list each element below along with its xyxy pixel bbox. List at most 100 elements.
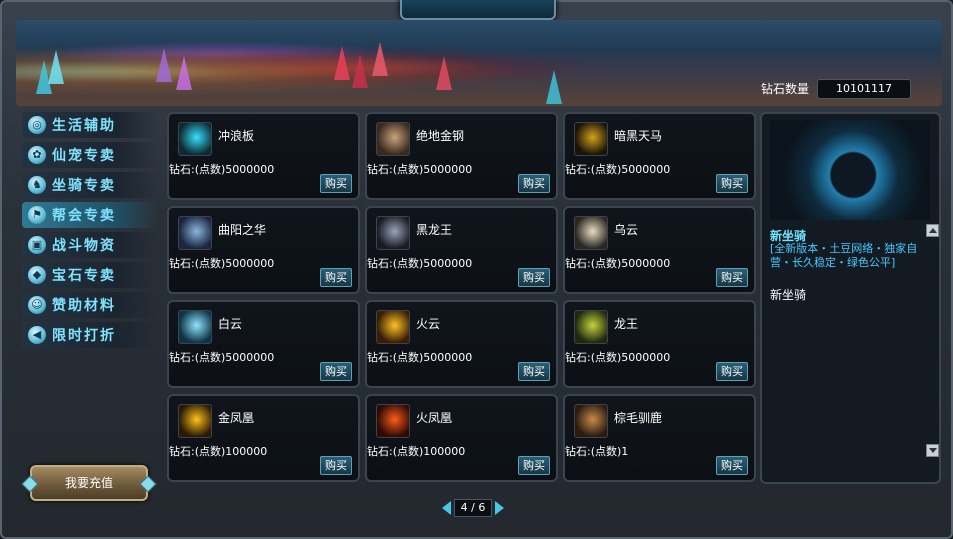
- recharge-button[interactable]: 我要充值: [30, 465, 148, 501]
- item-price: 钻石:(点数)5000000: [169, 257, 275, 270]
- pagination: 4 / 6: [442, 499, 504, 517]
- item-price: 钻石:(点数)100000: [367, 445, 466, 458]
- detail-item-name: 新坐骑: [770, 288, 807, 302]
- shop-item-card[interactable]: 乌云钻石:(点数)5000000 购买: [563, 206, 756, 294]
- shop-item-card[interactable]: 龙王钻石:(点数)5000000 购买: [563, 300, 756, 388]
- item-preview-image: [770, 120, 930, 220]
- shop-item-card[interactable]: 棕毛驯鹿钻石:(点数)1 购买: [563, 394, 756, 482]
- shop-item-card[interactable]: 冲浪板钻石:(点数)5000000 购买: [167, 112, 360, 200]
- item-icon: [178, 310, 212, 344]
- item-price: 钻石:(点数)5000000: [565, 163, 671, 176]
- item-detail-panel: 新坐骑 [全新版本・土豆网络・独家自营・长久稳定・绿色公平] 新坐骑: [760, 112, 941, 484]
- buy-button[interactable]: 购买: [518, 362, 550, 381]
- scroll-down-icon[interactable]: [926, 444, 939, 457]
- next-page-icon[interactable]: [495, 501, 504, 515]
- item-name: 棕毛驯鹿: [614, 411, 663, 425]
- item-name: 曲阳之华: [218, 223, 267, 237]
- buy-button[interactable]: 购买: [320, 268, 352, 287]
- item-icon: [376, 404, 410, 438]
- item-icon: [574, 216, 608, 250]
- item-price: 钻石:(点数)5000000: [169, 351, 275, 364]
- sidebar-item-label: 宝石专卖: [52, 268, 116, 284]
- sidebar-item-1[interactable]: ✿ 仙宠专卖: [22, 142, 158, 168]
- flag-icon: ⚑: [28, 206, 46, 224]
- item-name: 冲浪板: [218, 129, 255, 143]
- sidebar-item-label: 生活辅助: [52, 118, 116, 134]
- buy-button[interactable]: 购买: [716, 456, 748, 475]
- shop-item-card[interactable]: 火凤凰钻石:(点数)100000 购买: [365, 394, 558, 482]
- item-name: 白云: [218, 317, 243, 331]
- item-price: 钻石:(点数)5000000: [367, 257, 473, 270]
- sidebar-item-label: 战斗物资: [52, 238, 116, 254]
- item-price: 钻石:(点数)5000000: [565, 257, 671, 270]
- item-icon: [376, 122, 410, 156]
- sidebar-item-0[interactable]: ◎ 生活辅助: [22, 112, 158, 138]
- item-icon: [178, 122, 212, 156]
- item-price: 钻石:(点数)100000: [169, 445, 268, 458]
- sidebar-item-label: 限时打折: [52, 328, 116, 344]
- buy-button[interactable]: 购买: [716, 362, 748, 381]
- item-name: 龙王: [614, 317, 639, 331]
- sidebar-item-label: 帮会专卖: [52, 208, 116, 224]
- item-name: 火凤凰: [416, 411, 453, 425]
- shop-item-card[interactable]: 黑龙王钻石:(点数)5000000 购买: [365, 206, 558, 294]
- sidebar-item-label: 赞助材料: [52, 298, 116, 314]
- buy-button[interactable]: 购买: [518, 456, 550, 475]
- paw-icon: ✿: [28, 146, 46, 164]
- gem-icon: ◆: [28, 266, 46, 284]
- category-sidebar: ◎ 生活辅助 ✿ 仙宠专卖 ♞ 坐骑专卖 ⚑ 帮会专卖 ▣ 战斗物资 ◆ 宝石专卖 ☺ 赞助材料 ◀ 限时打折: [22, 112, 158, 352]
- crate-icon: ▣: [28, 236, 46, 254]
- shop-item-card[interactable]: 曲阳之华钻石:(点数)5000000 购买: [167, 206, 360, 294]
- sidebar-item-6[interactable]: ☺ 赞助材料: [22, 292, 158, 318]
- scroll-up-icon[interactable]: [926, 224, 939, 237]
- item-name: 火云: [416, 317, 441, 331]
- item-price: 钻石:(点数)1: [565, 445, 629, 458]
- shop-window: ✕ 钻石数量 10101117 ◎生活辅助✿仙宠专卖♞坐骑专卖⚑帮会专卖▣战斗物…: [0, 0, 953, 539]
- detail-description: [全新版本・土豆网络・独家自营・长久稳定・绿色公平]: [770, 242, 918, 269]
- buy-button[interactable]: 购买: [716, 268, 748, 287]
- buy-button[interactable]: 购买: [518, 174, 550, 193]
- shop-item-card[interactable]: 火云钻石:(点数)5000000 购买: [365, 300, 558, 388]
- item-icon: [574, 310, 608, 344]
- swirl-icon: ◎: [28, 116, 46, 134]
- item-name: 绝地金钢: [416, 129, 465, 143]
- shop-item-card[interactable]: 金凤凰钻石:(点数)100000 购买: [167, 394, 360, 482]
- buy-button[interactable]: 购买: [518, 268, 550, 287]
- shop-item-card[interactable]: 暗黑天马钻石:(点数)5000000 购买: [563, 112, 756, 200]
- buy-button[interactable]: 购买: [716, 174, 748, 193]
- sidebar-item-4[interactable]: ▣ 战斗物资: [22, 232, 158, 258]
- item-name: 乌云: [614, 223, 639, 237]
- item-price: 钻石:(点数)5000000: [367, 163, 473, 176]
- diamond-count-value: 10101117: [817, 79, 911, 99]
- item-price: 钻石:(点数)5000000: [565, 351, 671, 364]
- sidebar-item-label: 仙宠专卖: [52, 148, 116, 164]
- person-icon: ☺: [28, 296, 46, 314]
- sidebar-item-label: 坐骑专卖: [52, 178, 116, 194]
- item-icon: [376, 216, 410, 250]
- horse-icon: ♞: [28, 176, 46, 194]
- buy-button[interactable]: 购买: [320, 456, 352, 475]
- page-indicator: 4 / 6: [454, 499, 492, 517]
- diamond-count-label: 钻石数量: [761, 82, 810, 96]
- sidebar-item-5[interactable]: ◆ 宝石专卖: [22, 262, 158, 288]
- prev-page-icon[interactable]: [442, 501, 451, 515]
- title-plate: [400, 0, 556, 20]
- item-icon: [178, 404, 212, 438]
- item-icon: [574, 404, 608, 438]
- buy-button[interactable]: 购买: [320, 174, 352, 193]
- buy-button[interactable]: 购买: [320, 362, 352, 381]
- item-icon: [574, 122, 608, 156]
- item-price: 钻石:(点数)5000000: [169, 163, 275, 176]
- shop-item-card[interactable]: 绝地金钢钻石:(点数)5000000 购买: [365, 112, 558, 200]
- shop-item-card[interactable]: 白云钻石:(点数)5000000 购买: [167, 300, 360, 388]
- sidebar-item-2[interactable]: ♞ 坐骑专卖: [22, 172, 158, 198]
- item-icon: [376, 310, 410, 344]
- sidebar-item-7[interactable]: ◀ 限时打折: [22, 322, 158, 348]
- item-name: 暗黑天马: [614, 129, 663, 143]
- item-name: 金凤凰: [218, 411, 255, 425]
- item-name: 黑龙王: [416, 223, 453, 237]
- sidebar-item-3[interactable]: ⚑ 帮会专卖: [22, 202, 158, 228]
- megaphone-icon: ◀: [28, 326, 46, 344]
- item-price: 钻石:(点数)5000000: [367, 351, 473, 364]
- item-icon: [178, 216, 212, 250]
